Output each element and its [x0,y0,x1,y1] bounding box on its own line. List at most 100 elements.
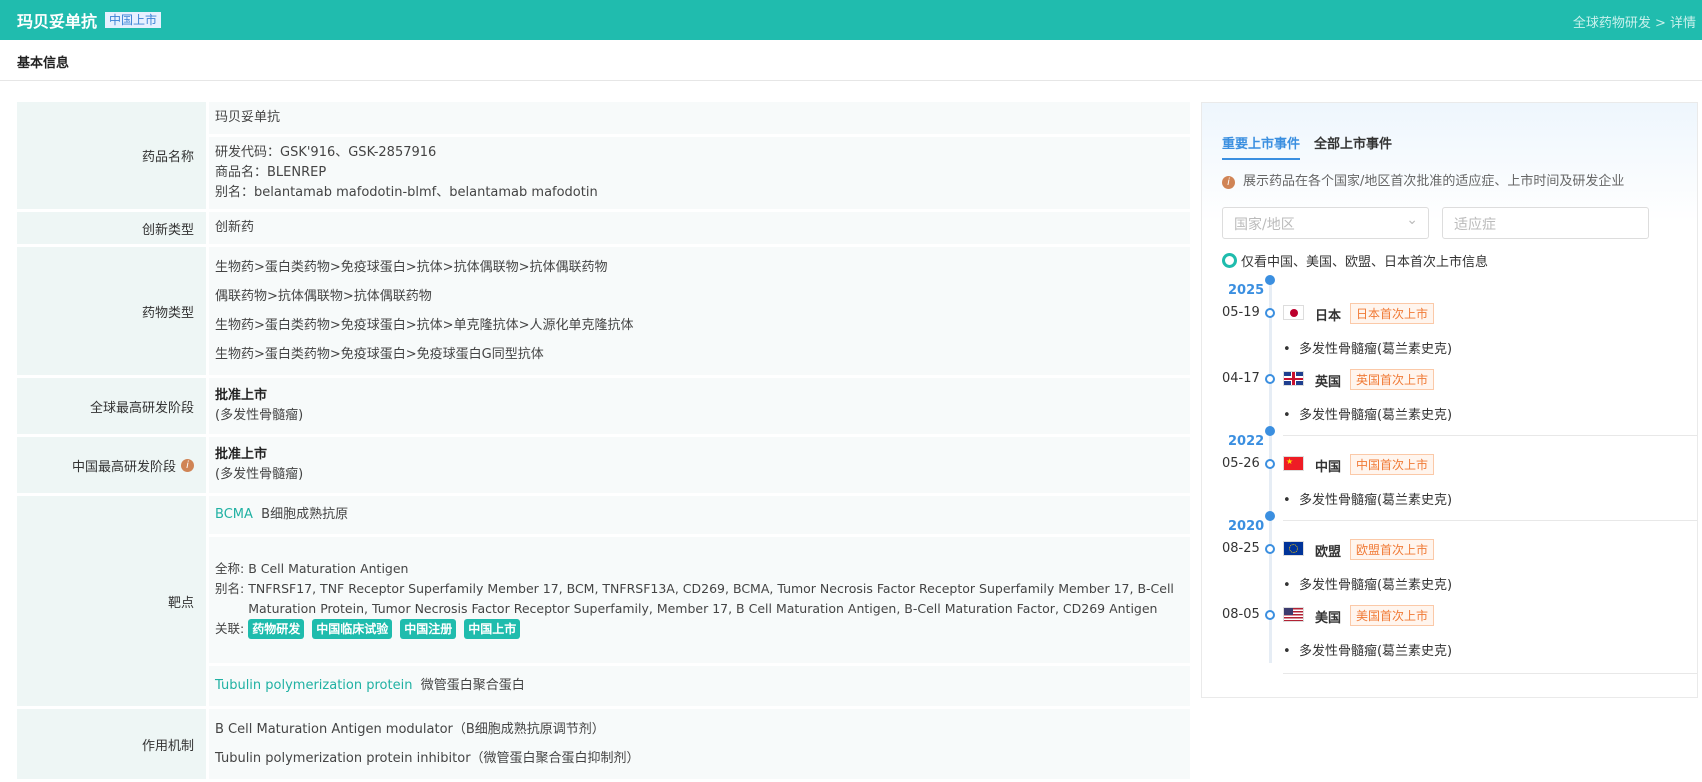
global-stage: 批准上市 [215,388,268,403]
uk-flag-icon [1283,371,1304,386]
indication-text: 多发性骨髓瘤(葛兰素史克) [1298,578,1453,593]
row-global-stage: 全球最高研发阶段 批准上市 (多发性骨髓瘤) [17,378,1190,434]
china-indication: (多发性骨髓瘤) [215,467,304,482]
full-label: 全称: [215,561,245,576]
tab-all-events[interactable]: 全部上市事件 [1314,133,1392,160]
chip-china-trial[interactable]: 中国临床试验 [312,619,393,639]
country-placeholder: 国家/地区 [1234,217,1295,233]
eu-flag-icon [1283,541,1304,556]
event-dot [1265,610,1275,620]
radio-icon [1222,253,1237,268]
year-dot [1265,275,1275,285]
drug-name: 玛贝妥单抗 [209,102,1190,134]
drug-title: 玛贝妥单抗 [17,12,98,31]
event-country: 欧盟 [1315,545,1342,560]
innovation-type: 创新药 [209,212,1190,244]
chip-china-market[interactable]: 中国上市 [464,619,521,639]
indication-text: 多发性骨髓瘤(葛兰素史克) [1298,408,1453,423]
moa-item: Tubulin polymerization protein inhibitor… [215,751,640,766]
event-badge: 英国首次上市 [1350,369,1435,390]
event-country: 日本 [1315,309,1342,324]
drug-type: 生物药>蛋白类药物>免疫球蛋白>抗体>单克隆抗体>人源化单克隆抗体 [215,318,634,333]
event-dot [1265,374,1275,384]
year-label: 2020 [1228,519,1265,534]
event-dot [1265,459,1275,469]
basic-info-table: 药品名称 玛贝妥单抗 研发代码：GSK'916、GSK-2857916 商品名：… [17,102,1190,782]
event-date: 05-19 [1222,305,1260,320]
china-flag-icon: ★ [1283,456,1304,471]
label: 创新类型 [17,212,206,244]
timeline-line [1269,283,1272,663]
label: 中国最高研发阶段 [71,459,176,475]
event-badge: 日本首次上市 [1350,303,1435,324]
event-indication: • 多发性骨髓瘤(葛兰素史克) [1283,342,1453,357]
row-drug-name: 药品名称 玛贝妥单抗 研发代码：GSK'916、GSK-2857916 商品名：… [17,102,1190,209]
country-select[interactable]: 国家/地区 ⌄ [1222,207,1429,239]
japan-flag-icon [1283,305,1304,320]
moa-item: B Cell Maturation Antigen modulator（B细胞成… [215,722,605,737]
label: 药物类型 [17,247,206,375]
event-indication: • 多发性骨髓瘤(葛兰素史克) [1283,644,1453,659]
dev-code: 研发代码：GSK'916、GSK-2857916 [215,145,437,160]
info-icon: i [1222,176,1235,189]
global-indication: (多发性骨髓瘤) [215,408,304,423]
target-name: B细胞成熟抗原 [261,507,349,522]
trade-name: 商品名：BLENREP [215,165,327,180]
year-dot [1265,426,1275,436]
drug-type: 生物药>蛋白类药物>免疫球蛋白>抗体>抗体偶联物>抗体偶联药物 [215,260,608,275]
breadcrumb[interactable]: 全球药物研发 > 详情 [1573,12,1696,31]
toggle-label: 仅看中国、美国、欧盟、日本首次上市信息 [1241,255,1489,270]
event-indication: • 多发性骨髓瘤(葛兰素史克) [1283,408,1453,423]
row-innovation: 创新类型 创新药 [17,212,1190,244]
divider [1283,520,1697,521]
target-alias: TNFRSF17, TNF Receptor Superfamily Membe… [248,581,1174,616]
target-name: 微管蛋白聚合蛋白 [420,678,525,693]
drug-type: 生物药>蛋白类药物>免疫球蛋白>免疫球蛋白G同型抗体 [215,347,544,362]
alias: 别名：belantamab mafodotin-blmf、belantamab … [215,185,598,200]
label: 作用机制 [17,709,206,779]
event-indication: • 多发性骨髓瘤(葛兰素史克) [1283,578,1453,593]
panel-note: 展示药品在各个国家/地区首次批准的适应症、上市时间及研发企业 [1243,174,1625,189]
indication-text: 多发性骨髓瘤(葛兰素史克) [1298,644,1453,659]
target-link-tubulin[interactable]: Tubulin polymerization protein [215,678,412,693]
label: 全球最高研发阶段 [17,378,206,434]
chip-china-reg[interactable]: 中国注册 [400,619,457,639]
status-badge: 中国上市 [105,12,162,28]
chip-drug-rd[interactable]: 药物研发 [248,619,305,639]
indication-placeholder: 适应症 [1454,217,1496,233]
market-events-panel: 重要上市事件 全部上市事件 i 展示药品在各个国家/地区首次批准的适应症、上市时间… [1201,102,1698,698]
alias-label: 别名: [215,581,245,596]
event-badge: 欧盟首次上市 [1350,539,1435,560]
tab-key-events[interactable]: 重要上市事件 [1222,133,1301,160]
section-title: 基本信息 [0,40,1702,81]
event-date: 08-25 [1222,541,1260,556]
year-label: 2025 [1228,283,1265,298]
target-link-bcma[interactable]: BCMA [215,507,253,522]
indication-text: 多发性骨髓瘤(葛兰素史克) [1298,342,1453,357]
indication-input[interactable]: 适应症 [1442,207,1649,239]
row-drug-type: 药物类型 生物药>蛋白类药物>免疫球蛋白>抗体>抗体偶联物>抗体偶联药物 偶联药… [17,247,1190,375]
divider [1283,673,1697,674]
event-date: 05-26 [1222,456,1260,471]
event-indication: • 多发性骨髓瘤(葛兰素史克) [1283,493,1453,508]
divider [1283,435,1697,436]
event-country: 美国 [1315,611,1342,626]
event-date: 04-17 [1222,371,1260,386]
info-icon[interactable]: i [181,458,194,472]
drug-type: 偶联药物>抗体偶联物>抗体偶联药物 [215,289,432,304]
top-header: 玛贝妥单抗 中国上市 全球药物研发 > 详情 [0,0,1702,40]
event-dot [1265,308,1275,318]
event-dot [1265,544,1275,554]
china-stage: 批准上市 [215,447,268,462]
chevron-down-icon: ⌄ [1406,212,1418,228]
indication-text: 多发性骨髓瘤(葛兰素史克) [1298,493,1453,508]
label: 药品名称 [17,102,206,209]
rel-label: 关联: [215,621,245,636]
row-moa: 作用机制 B Cell Maturation Antigen modulator… [17,709,1190,779]
us-flag-icon [1283,607,1304,622]
year-dot [1265,511,1275,521]
major-markets-toggle[interactable]: 仅看中国、美国、欧盟、日本首次上市信息 [1222,251,1488,270]
row-target: 靶点 BCMA B细胞成熟抗原 全称: B Cell Maturation An… [17,496,1190,706]
year-label: 2022 [1228,434,1265,449]
event-badge: 中国首次上市 [1350,454,1435,475]
